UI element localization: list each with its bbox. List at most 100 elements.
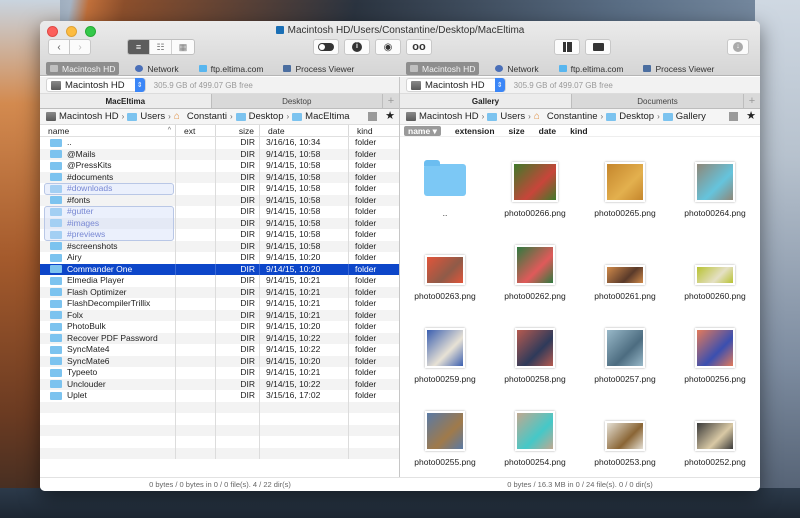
image-thumbnail-item[interactable]: photo00259.png (400, 313, 490, 396)
grid-icon[interactable] (729, 111, 739, 121)
add-tab-button[interactable]: + (744, 94, 760, 108)
tab-maceltima[interactable]: MacEltima (40, 94, 212, 108)
file-date: 9/14/15, 10:58 (260, 194, 349, 206)
file-row[interactable]: Airy DIR 9/14/15, 10:20 folder (40, 252, 399, 264)
file-row[interactable]: #gutter DIR 9/14/15, 10:58 folder (40, 206, 399, 218)
crumb-maceltima[interactable]: MacEltima (292, 111, 350, 122)
folder-icon (50, 219, 62, 228)
file-row[interactable]: #images DIR 9/14/15, 10:58 folder (40, 217, 399, 229)
sort-by-name-button[interactable]: name ▾ (404, 125, 441, 136)
image-thumbnail-item[interactable]: photo00261.png (580, 230, 670, 313)
sort-by-size-button[interactable]: size (509, 126, 525, 136)
thumbnail-view-button[interactable]: ▦ (172, 40, 194, 54)
crumb-macintosh-hd[interactable]: Macintosh HD (406, 111, 479, 122)
favorite-ftp[interactable]: ftp.eltima.com (555, 62, 628, 75)
back-button[interactable]: ‹ (48, 39, 70, 55)
download-queue-button[interactable]: ↓ (727, 39, 749, 55)
star-icon[interactable]: ★ (385, 111, 395, 122)
toggle-hidden-files-button[interactable] (313, 39, 339, 55)
crumb-home[interactable]: ⌂ Constantine (534, 111, 598, 122)
image-thumbnail-item[interactable]: photo00263.png (400, 230, 490, 313)
crumb-desktop[interactable]: Desktop (606, 111, 654, 122)
file-row[interactable]: .. DIR 3/16/16, 10:34 folder (40, 137, 399, 149)
left-drive-selector[interactable]: Macintosh HD ⇕ (46, 78, 146, 92)
column-size[interactable]: size (216, 125, 260, 136)
image-thumbnail-item[interactable]: photo00255.png (400, 396, 490, 479)
file-row[interactable]: #downloads DIR 9/14/15, 10:58 folder (40, 183, 399, 195)
file-row[interactable]: #documents DIR 9/14/15, 10:58 folder (40, 171, 399, 183)
file-row[interactable]: Commander One DIR 9/14/15, 10:20 folder (40, 263, 399, 275)
crumb-home[interactable]: ⌂ Constanti (174, 111, 227, 122)
favorite-network[interactable]: Network (131, 62, 182, 75)
image-thumbnail-item[interactable]: photo00262.png (490, 230, 580, 313)
tab-desktop[interactable]: Desktop (212, 94, 383, 108)
image-thumbnail-item[interactable]: photo00260.png (670, 230, 760, 313)
file-row[interactable]: FlashDecompilerTrillix DIR 9/14/15, 10:21 f… (40, 298, 399, 310)
file-row[interactable]: Uplet DIR 3/15/16, 17:02 folder (40, 390, 399, 402)
file-row[interactable]: Elmedia Player DIR 9/14/15, 10:21 folder (40, 275, 399, 287)
image-thumbnail-item[interactable]: photo00265.png (580, 147, 670, 230)
column-date[interactable]: date (260, 125, 349, 136)
file-ext (176, 344, 216, 356)
list-view-button[interactable]: ≡ (128, 40, 150, 54)
favorite-ftp[interactable]: ftp.eltima.com (195, 62, 268, 75)
file-row[interactable]: Recover PDF Password DIR 9/14/15, 10:22 fol… (40, 332, 399, 344)
image-thumbnail-item[interactable]: photo00254.png (490, 396, 580, 479)
archive-button[interactable] (554, 39, 580, 55)
tab-gallery[interactable]: Gallery (400, 94, 572, 108)
crumb-users[interactable]: Users (127, 111, 165, 122)
favorite-process-viewer[interactable]: Process Viewer (639, 62, 718, 75)
search-button[interactable]: oo (406, 39, 432, 55)
forward-button[interactable]: › (69, 39, 91, 55)
crumb-gallery[interactable]: Gallery (662, 111, 706, 122)
crumb-users[interactable]: Users (487, 111, 525, 122)
file-row[interactable]: SyncMate4 DIR 9/14/15, 10:22 folder (40, 344, 399, 356)
file-row[interactable]: Unclouder DIR 9/14/15, 10:22 folder (40, 378, 399, 390)
image-thumbnail-item[interactable]: photo00266.png (490, 147, 580, 230)
connect-network-button[interactable] (585, 39, 611, 55)
column-name[interactable]: name ^ (40, 125, 176, 136)
empty-cell (176, 436, 216, 448)
column-kind[interactable]: kind (349, 125, 399, 136)
favorite-macintosh-hd[interactable]: Macintosh HD (406, 62, 480, 75)
column-ext[interactable]: ext (176, 125, 216, 136)
favorite-process-viewer[interactable]: Process Viewer (279, 62, 358, 75)
image-thumbnail-item[interactable]: photo00253.png (580, 396, 670, 479)
drive-stepper-icon[interactable]: ⇕ (494, 78, 505, 92)
file-row[interactable]: Flash Optimizer DIR 9/14/15, 10:21 folder (40, 286, 399, 298)
drive-stepper-icon[interactable]: ⇕ (134, 78, 145, 92)
file-ext (176, 286, 216, 298)
image-thumbnail-item[interactable]: photo00258.png (490, 313, 580, 396)
file-row[interactable]: #fonts DIR 9/14/15, 10:58 folder (40, 194, 399, 206)
image-thumbnail-item[interactable]: photo00257.png (580, 313, 670, 396)
grid-icon[interactable] (368, 111, 378, 121)
parent-folder-item[interactable]: .. (400, 147, 490, 230)
right-drive-selector[interactable]: Macintosh HD ⇕ (406, 78, 506, 92)
file-date: 9/14/15, 10:21 (260, 298, 349, 310)
crumb-desktop[interactable]: Desktop (235, 111, 284, 122)
brief-view-button[interactable]: ☷ (150, 40, 172, 54)
file-row[interactable]: #previews DIR 9/14/15, 10:58 folder (40, 229, 399, 241)
info-button[interactable]: i (344, 39, 370, 55)
image-thumbnail-item[interactable]: photo00264.png (670, 147, 760, 230)
crumb-macintosh-hd[interactable]: Macintosh HD (46, 111, 119, 122)
image-thumbnail-item[interactable]: photo00252.png (670, 396, 760, 479)
file-row[interactable]: SyncMate6 DIR 9/14/15, 10:20 folder (40, 355, 399, 367)
image-thumbnail-item[interactable]: photo00256.png (670, 313, 760, 396)
file-row[interactable]: @PressKits DIR 9/14/15, 10:58 folder (40, 160, 399, 172)
sort-by-kind-button[interactable]: kind (570, 126, 587, 136)
file-row[interactable]: Folx DIR 9/14/15, 10:21 folder (40, 309, 399, 321)
file-row[interactable]: #screenshots DIR 9/14/15, 10:58 folder (40, 240, 399, 252)
star-icon[interactable]: ★ (746, 111, 756, 122)
favorite-network[interactable]: Network (491, 62, 542, 75)
tab-documents[interactable]: Documents (572, 94, 744, 108)
file-row[interactable]: Typeeto DIR 9/14/15, 10:21 folder (40, 367, 399, 379)
file-row[interactable]: PhotoBulk DIR 9/14/15, 10:20 folder (40, 321, 399, 333)
add-tab-button[interactable]: + (383, 94, 399, 108)
favorite-macintosh-hd[interactable]: Macintosh HD (46, 62, 120, 75)
file-row[interactable]: @Mails DIR 9/14/15, 10:58 folder (40, 148, 399, 160)
sort-by-date-button[interactable]: date (539, 126, 556, 136)
quick-look-button[interactable]: ◉ (375, 39, 401, 55)
file-ext (176, 148, 216, 160)
sort-by-extension-button[interactable]: extension (455, 126, 495, 136)
